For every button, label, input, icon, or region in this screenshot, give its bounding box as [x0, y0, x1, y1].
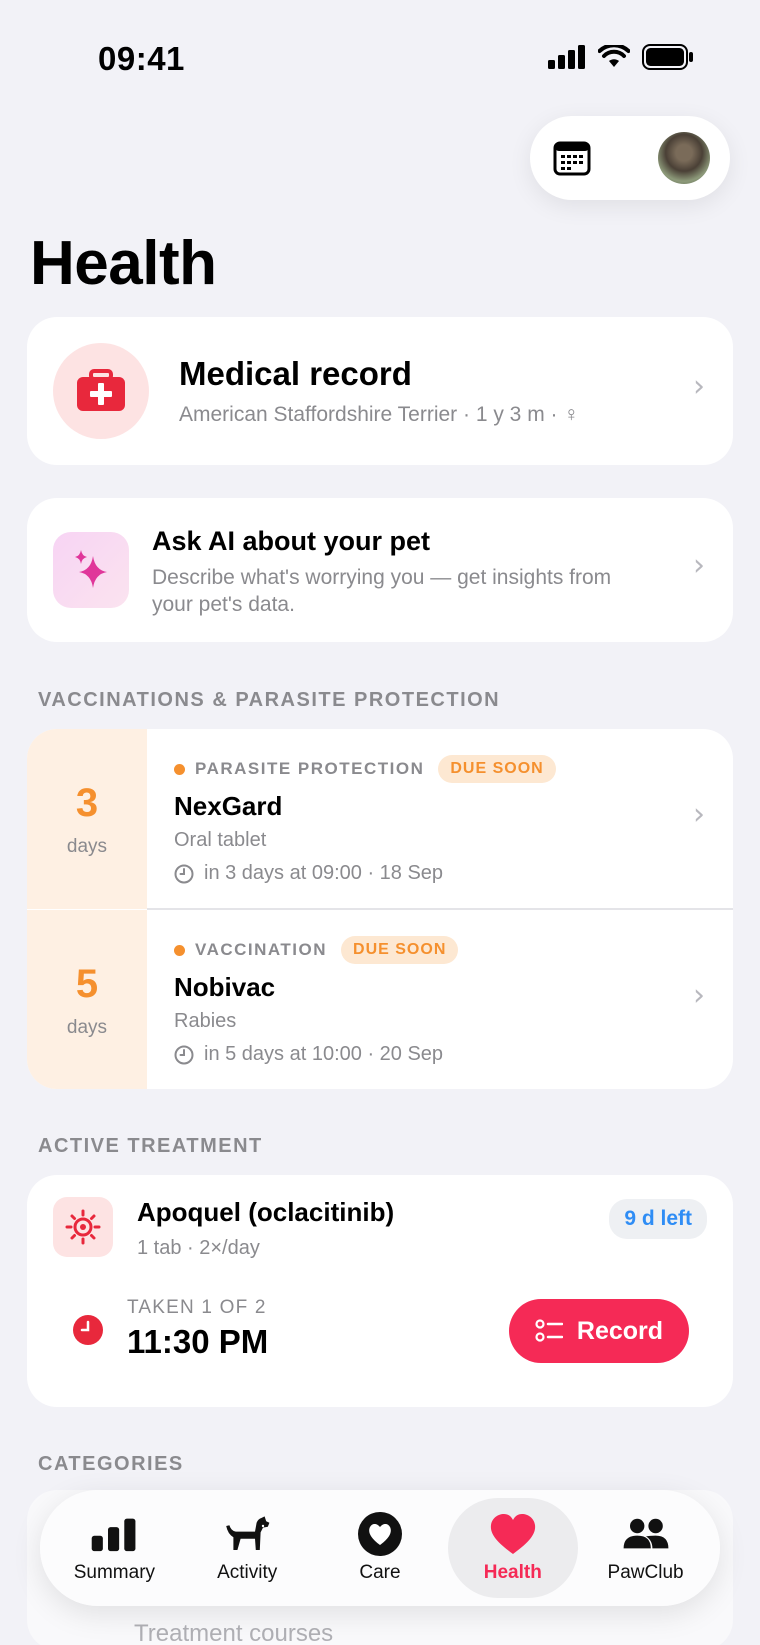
heart-circle-icon — [356, 1512, 404, 1556]
tab-summary[interactable]: Summary — [49, 1498, 179, 1598]
header-actions — [530, 116, 730, 200]
record-dose-button[interactable]: Record — [509, 1299, 689, 1363]
active-treatment-card[interactable]: Apoquel (oclacitinib) 1 tab · 2×/day 9 d… — [27, 1175, 733, 1407]
pet-avatar[interactable] — [658, 132, 710, 184]
pet-summary: American Staffordshire Terrier · 1 y 3 m… — [179, 403, 580, 426]
medical-record-title: Medical record — [179, 355, 412, 392]
vaccination-category: VACCINATION DUE SOON — [174, 936, 459, 964]
checklist-icon — [535, 1319, 563, 1342]
vaccinations-section-label: VACCINATIONS & PARASITE PROTECTION — [38, 689, 501, 711]
days-remaining: 3 days — [27, 729, 147, 909]
status-icons — [548, 44, 694, 70]
vaccination-type: Rabies — [174, 1010, 237, 1032]
tab-bar: Summary Activity Care Health PawClub — [40, 1490, 720, 1606]
vaccination-schedule: in 3 days at 09:00 · 18 Sep — [174, 862, 443, 885]
clock-icon — [73, 1315, 103, 1345]
vaccination-name: Nobivac — [174, 972, 276, 1002]
categories-section-label: CATEGORIES — [38, 1453, 184, 1475]
days-count: 3 — [75, 781, 99, 825]
heart-icon — [489, 1512, 537, 1556]
tab-activity[interactable]: Activity — [182, 1498, 312, 1598]
chevron-right-icon: › — [693, 369, 705, 404]
vaccination-type: Oral tablet — [174, 829, 267, 851]
days-count: 5 — [75, 962, 99, 1006]
days-left-badge: 9 d left — [609, 1199, 707, 1239]
vaccination-schedule: in 5 days at 10:00 · 20 Sep — [174, 1043, 443, 1066]
page-title: Health — [30, 229, 217, 298]
tab-care[interactable]: Care — [315, 1498, 445, 1598]
clock-icon — [174, 1045, 194, 1064]
category-item-label[interactable]: Treatment courses — [134, 1620, 333, 1645]
status-dot — [174, 944, 185, 956]
due-soon-badge: DUE SOON — [438, 755, 556, 783]
days-unit: days — [66, 1017, 108, 1038]
ask-ai-description: Describe what's worrying you — get insig… — [152, 566, 612, 616]
pill-icon — [53, 1197, 113, 1257]
chevron-right-icon: › — [693, 797, 705, 832]
status-dot — [174, 763, 185, 775]
battery-icon — [642, 44, 693, 70]
treatment-name: Apoquel (oclacitinib) — [137, 1197, 395, 1227]
vaccination-name: NexGard — [174, 791, 283, 821]
status-time: 09:41 — [98, 40, 185, 77]
treatment-section-label: ACTIVE TREATMENT — [38, 1135, 263, 1157]
wifi-icon — [598, 45, 630, 67]
bar-chart-icon — [90, 1512, 138, 1556]
chevron-right-icon: › — [693, 548, 705, 583]
medical-record-card[interactable]: Medical record American Staffordshire Te… — [27, 317, 733, 465]
calendar-icon — [553, 141, 591, 176]
calendar-button[interactable] — [552, 138, 592, 178]
ask-ai-title: Ask AI about your pet — [152, 526, 431, 556]
record-label: Record — [576, 1316, 664, 1345]
vaccination-row[interactable]: 3 days PARASITE PROTECTION DUE SOON NexG… — [27, 729, 733, 909]
signal-icon — [548, 45, 585, 69]
ask-ai-card[interactable]: Ask AI about your pet Describe what's wo… — [27, 498, 733, 642]
chevron-right-icon: › — [693, 978, 705, 1013]
vaccination-category: PARASITE PROTECTION DUE SOON — [174, 755, 556, 783]
doses-taken-label: TAKEN 1 OF 2 — [127, 1297, 267, 1318]
clock-icon — [174, 864, 194, 883]
treatment-dose: 1 tab · 2×/day — [137, 1237, 260, 1259]
vaccination-row[interactable]: 5 days VACCINATION DUE SOON Nobivac Rabi… — [27, 910, 733, 1089]
sparkles-icon — [53, 532, 129, 608]
dog-icon — [223, 1512, 271, 1556]
tab-pawclub[interactable]: PawClub — [581, 1498, 711, 1598]
tab-health[interactable]: Health — [447, 1498, 578, 1598]
next-dose-time: 11:30 PM — [127, 1323, 269, 1360]
days-unit: days — [66, 836, 108, 857]
people-icon — [622, 1512, 670, 1556]
due-soon-badge: DUE SOON — [341, 936, 459, 964]
vaccinations-card: 3 days PARASITE PROTECTION DUE SOON NexG… — [27, 729, 733, 1089]
medical-kit-icon — [53, 343, 149, 439]
days-remaining: 5 days — [27, 910, 147, 1089]
